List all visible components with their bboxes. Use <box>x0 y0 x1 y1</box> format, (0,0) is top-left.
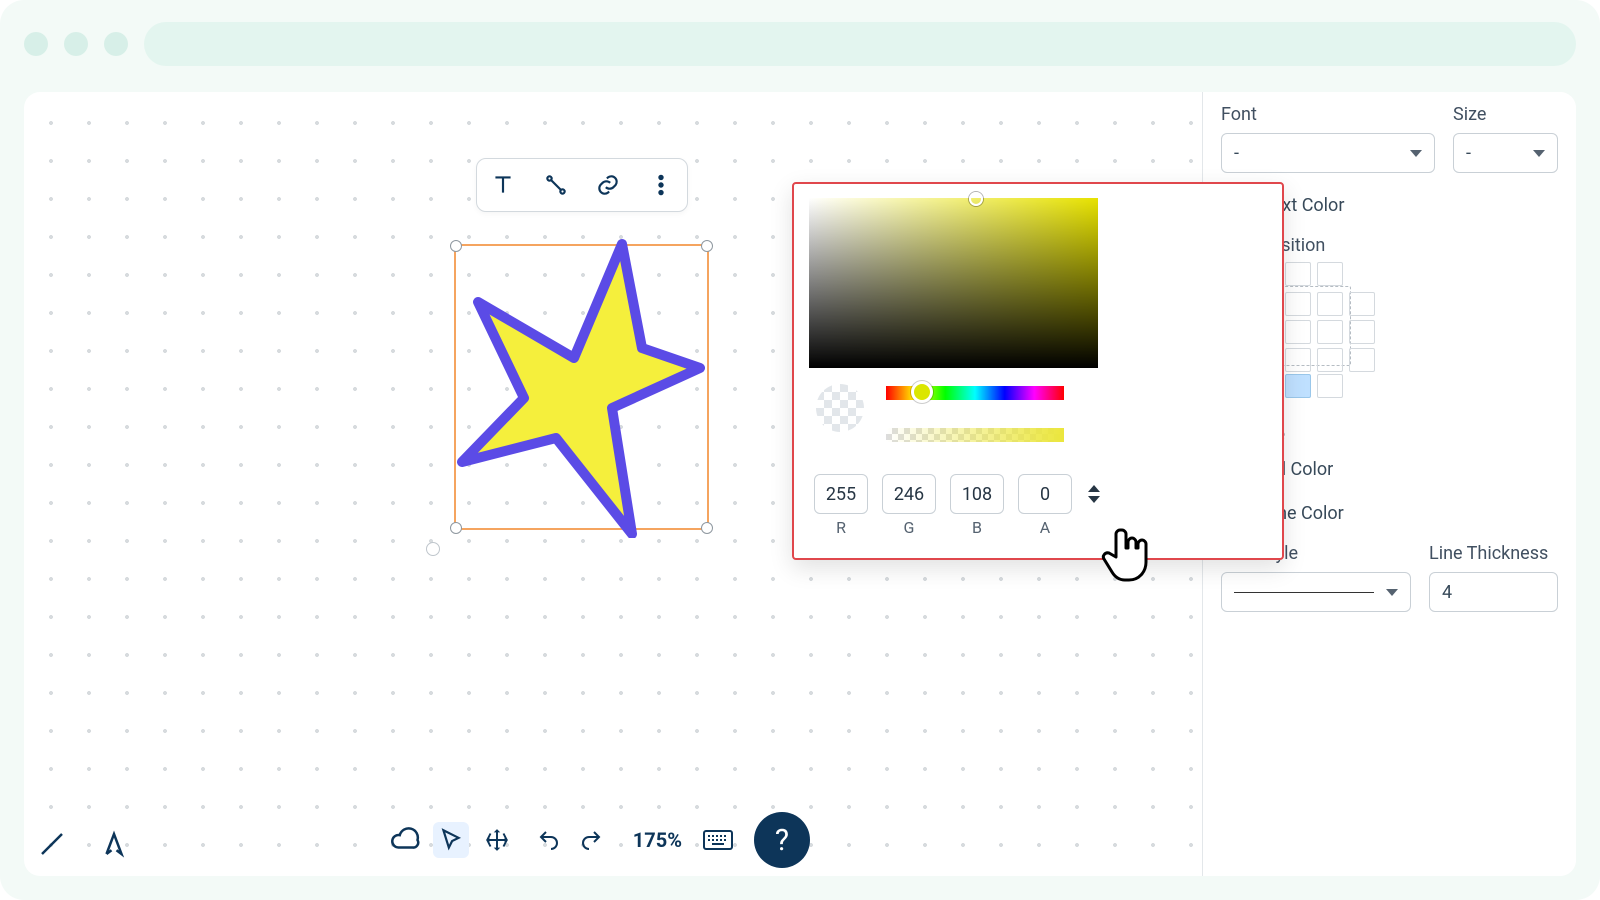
hue-cursor[interactable] <box>911 381 933 403</box>
browser-chrome <box>24 16 1576 72</box>
size-select[interactable]: - <box>1453 133 1558 173</box>
pos-cell[interactable] <box>1285 262 1311 286</box>
app-window: 175% ? Font - Size <box>0 0 1600 900</box>
pos-cell[interactable] <box>1317 374 1343 398</box>
rotate-handle[interactable] <box>426 542 440 556</box>
alpha-slider[interactable] <box>886 428 1064 442</box>
a-label: A <box>1018 518 1072 537</box>
star-shape[interactable] <box>452 238 712 538</box>
r-label: R <box>814 518 868 537</box>
select-tool-button[interactable] <box>433 822 469 858</box>
pos-cell[interactable] <box>1317 292 1343 316</box>
line-thickness-label: Line Thickness <box>1429 543 1558 564</box>
color-picker-popup: 255 246 108 0 R G B A <box>792 182 1284 560</box>
undo-redo-group <box>525 818 615 862</box>
pos-cell[interactable] <box>1349 320 1375 344</box>
selection-box[interactable] <box>454 244 709 530</box>
rgba-inputs: 255 246 108 0 <box>814 474 1100 514</box>
chevron-down-icon <box>1386 589 1398 596</box>
line-thickness-value: 4 <box>1442 582 1452 603</box>
rgba-labels: R G B A <box>814 518 1072 537</box>
connector-tool-button[interactable] <box>534 165 578 205</box>
font-value: - <box>1234 143 1239 164</box>
b-input[interactable]: 108 <box>950 474 1004 514</box>
resize-handle-tl[interactable] <box>450 240 462 252</box>
font-label: Font <box>1221 104 1435 125</box>
pos-cell[interactable] <box>1317 262 1343 286</box>
line-thickness-input[interactable]: 4 <box>1429 572 1558 612</box>
pos-cell-active[interactable] <box>1285 374 1311 398</box>
context-toolbar <box>476 158 688 212</box>
g-label: G <box>882 518 936 537</box>
pan-tool-button[interactable] <box>479 822 515 858</box>
zoom-level[interactable]: 175% <box>625 828 690 852</box>
keyboard-button[interactable] <box>700 822 736 858</box>
line-style-select[interactable] <box>1221 572 1411 612</box>
pos-cell[interactable] <box>1285 292 1311 316</box>
pos-cell[interactable] <box>1285 320 1311 344</box>
resize-handle-bl[interactable] <box>450 522 462 534</box>
status-bar: 175% ? <box>24 804 828 876</box>
chevron-down-icon <box>1410 150 1422 157</box>
resize-handle-br[interactable] <box>701 522 713 534</box>
pos-cell[interactable] <box>1317 320 1343 344</box>
chevron-down-icon <box>1533 150 1545 157</box>
sv-cursor[interactable] <box>969 192 983 206</box>
redo-button[interactable] <box>573 822 609 858</box>
r-input[interactable]: 255 <box>814 474 868 514</box>
pos-cell[interactable] <box>1317 348 1343 372</box>
pos-cell[interactable] <box>1285 348 1311 372</box>
saturation-value-area[interactable] <box>809 198 1098 368</box>
a-input[interactable]: 0 <box>1018 474 1072 514</box>
editor-surface: 175% ? Font - Size <box>24 92 1576 876</box>
text-tool-button[interactable] <box>481 165 525 205</box>
transparency-swatch[interactable] <box>816 384 864 432</box>
pos-cell[interactable] <box>1349 292 1375 316</box>
window-dot <box>24 32 48 56</box>
pos-cell[interactable] <box>1349 348 1375 372</box>
window-dot <box>64 32 88 56</box>
help-button[interactable]: ? <box>754 812 810 868</box>
g-input[interactable]: 246 <box>882 474 936 514</box>
undo-button[interactable] <box>531 822 567 858</box>
mode-spinner[interactable] <box>1088 485 1100 503</box>
cloud-sync-button[interactable] <box>387 822 423 858</box>
address-bar[interactable] <box>144 22 1576 66</box>
b-label: B <box>950 518 1004 537</box>
line-style-sample <box>1234 592 1374 593</box>
font-select[interactable]: - <box>1221 133 1435 173</box>
window-dot <box>104 32 128 56</box>
size-value: - <box>1466 143 1471 164</box>
more-menu-button[interactable] <box>639 165 683 205</box>
size-label: Size <box>1453 104 1558 125</box>
link-tool-button[interactable] <box>586 165 630 205</box>
resize-handle-tr[interactable] <box>701 240 713 252</box>
